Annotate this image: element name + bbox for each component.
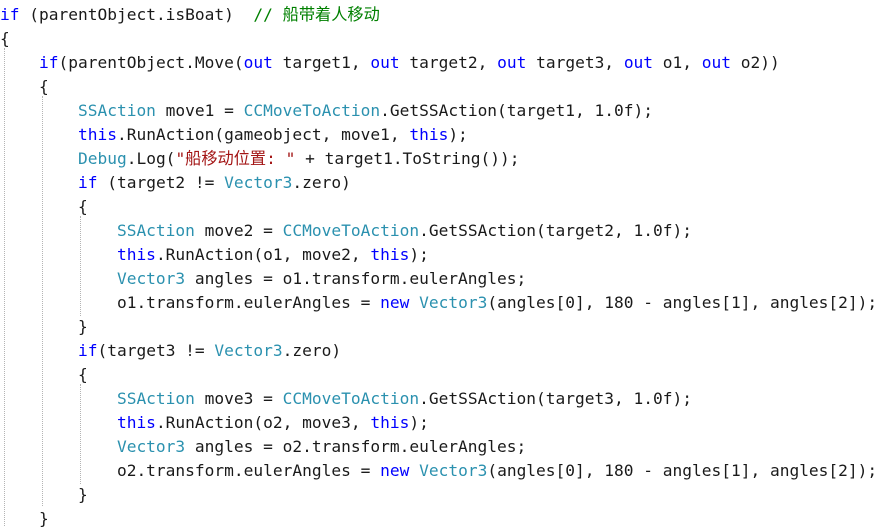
code-token: (parentObject.Move(: [58, 53, 244, 72]
code-line[interactable]: this.RunAction(gameobject, move1, this);: [0, 123, 468, 147]
code-token: .RunAction(o1, move2,: [155, 245, 371, 264]
code-token: new: [380, 293, 410, 312]
code-token: if: [0, 5, 20, 24]
code-line[interactable]: }: [0, 483, 88, 507]
code-token: this: [370, 413, 410, 432]
code-line[interactable]: SSAction move1 = CCMoveToAction.GetSSAct…: [0, 99, 653, 123]
code-token: Vector3: [419, 461, 488, 480]
code-line[interactable]: SSAction move2 = CCMoveToAction.GetSSAct…: [0, 219, 692, 243]
code-token: {: [0, 29, 10, 48]
code-token: o1,: [653, 53, 702, 72]
code-token: move3 =: [194, 389, 283, 408]
code-token: Vector3: [224, 173, 293, 192]
code-token: CCMoveToAction: [243, 101, 381, 120]
code-line[interactable]: {: [0, 75, 49, 99]
code-token: Vector3: [214, 341, 283, 360]
code-token: SSAction: [0, 389, 195, 408]
code-line[interactable]: if(target3 != Vector3.zero): [0, 339, 341, 363]
code-token: target2,: [399, 53, 498, 72]
code-token: Vector3: [0, 437, 186, 456]
code-token: this: [0, 245, 156, 264]
code-token: out: [497, 53, 527, 72]
code-token: );: [409, 245, 429, 264]
code-line[interactable]: if (target2 != Vector3.zero): [0, 171, 351, 195]
code-token: CCMoveToAction: [282, 389, 420, 408]
code-token: .GetSSAction(target1, 1.0f);: [380, 101, 653, 120]
code-token: (target2 !=: [97, 173, 225, 192]
code-line[interactable]: }: [0, 315, 88, 339]
code-token: if: [0, 173, 98, 192]
code-token: this: [0, 125, 117, 144]
code-token: CCMoveToAction: [282, 221, 420, 240]
code-token: if: [0, 53, 59, 72]
code-line[interactable]: Debug.Log("船移动位置: " + target1.ToString()…: [0, 147, 520, 171]
code-line[interactable]: Vector3 angles = o2.transform.eulerAngle…: [0, 435, 526, 459]
code-token: SSAction: [0, 221, 195, 240]
code-line[interactable]: if (parentObject.isBoat) // 船带着人移动: [0, 3, 380, 27]
code-token: out: [370, 53, 400, 72]
code-line[interactable]: {: [0, 363, 88, 387]
code-line[interactable]: o1.transform.eulerAngles = new Vector3(a…: [0, 291, 877, 315]
code-token: .zero): [292, 173, 351, 192]
code-token: }: [0, 509, 49, 528]
code-token: move1 =: [155, 101, 244, 120]
code-token: .zero): [282, 341, 342, 360]
code-token: Debug: [0, 149, 127, 168]
code-token: }: [0, 485, 88, 504]
code-token: move2 =: [194, 221, 283, 240]
code-token: {: [0, 77, 49, 96]
code-token: o1.transform.eulerAngles =: [0, 293, 381, 312]
code-token: angles = o1.transform.eulerAngles;: [185, 269, 527, 288]
code-token: .GetSSAction(target2, 1.0f);: [419, 221, 692, 240]
code-token: (target3 !=: [97, 341, 215, 360]
code-line[interactable]: this.RunAction(o1, move2, this);: [0, 243, 429, 267]
code-token: (angles[0], 180 - angles[1], angles[2]);: [487, 461, 878, 480]
code-line[interactable]: SSAction move3 = CCMoveToAction.GetSSAct…: [0, 387, 692, 411]
code-token: this: [409, 125, 449, 144]
code-token: target3,: [526, 53, 624, 72]
code-token: }: [0, 317, 88, 336]
code-line[interactable]: Vector3 angles = o1.transform.eulerAngle…: [0, 267, 526, 291]
code-token: Vector3: [0, 269, 186, 288]
code-token: out: [623, 53, 654, 72]
code-token: "船移动位置: ": [175, 149, 296, 168]
code-token: angles = o2.transform.eulerAngles;: [185, 437, 527, 456]
code-editor[interactable]: if (parentObject.isBoat) // 船带着人移动{ if(p…: [0, 0, 889, 528]
code-line[interactable]: o2.transform.eulerAngles = new Vector3(a…: [0, 459, 877, 483]
code-token: this: [0, 413, 156, 432]
code-token: {: [0, 365, 88, 384]
code-token: (parentObject.isBoat): [19, 5, 254, 24]
code-token: if: [0, 341, 98, 360]
code-token: // 船带着人移动: [253, 5, 380, 24]
code-line[interactable]: }: [0, 507, 49, 531]
code-token: .RunAction(gameobject, move1,: [116, 125, 410, 144]
code-token: this: [370, 245, 410, 264]
code-token: out: [701, 53, 732, 72]
code-token: {: [0, 197, 88, 216]
code-token: .GetSSAction(target3, 1.0f);: [419, 389, 692, 408]
code-token: );: [448, 125, 468, 144]
code-token: );: [409, 413, 429, 432]
code-token: + target1.ToString());: [295, 149, 520, 168]
code-line[interactable]: {: [0, 27, 10, 51]
code-token: (angles[0], 180 - angles[1], angles[2]);: [487, 293, 878, 312]
code-token: .RunAction(o2, move3,: [155, 413, 371, 432]
code-line[interactable]: {: [0, 195, 88, 219]
code-token: Vector3: [419, 293, 488, 312]
code-token: out: [243, 53, 273, 72]
code-token: .Log(: [126, 149, 176, 168]
code-token: SSAction: [0, 101, 156, 120]
code-token: new: [380, 461, 410, 480]
code-token: target1,: [272, 53, 371, 72]
code-token: o2.transform.eulerAngles =: [0, 461, 381, 480]
code-token: o2)): [731, 53, 780, 72]
code-line[interactable]: this.RunAction(o2, move3, this);: [0, 411, 429, 435]
code-line[interactable]: if(parentObject.Move(out target1, out ta…: [0, 51, 780, 75]
